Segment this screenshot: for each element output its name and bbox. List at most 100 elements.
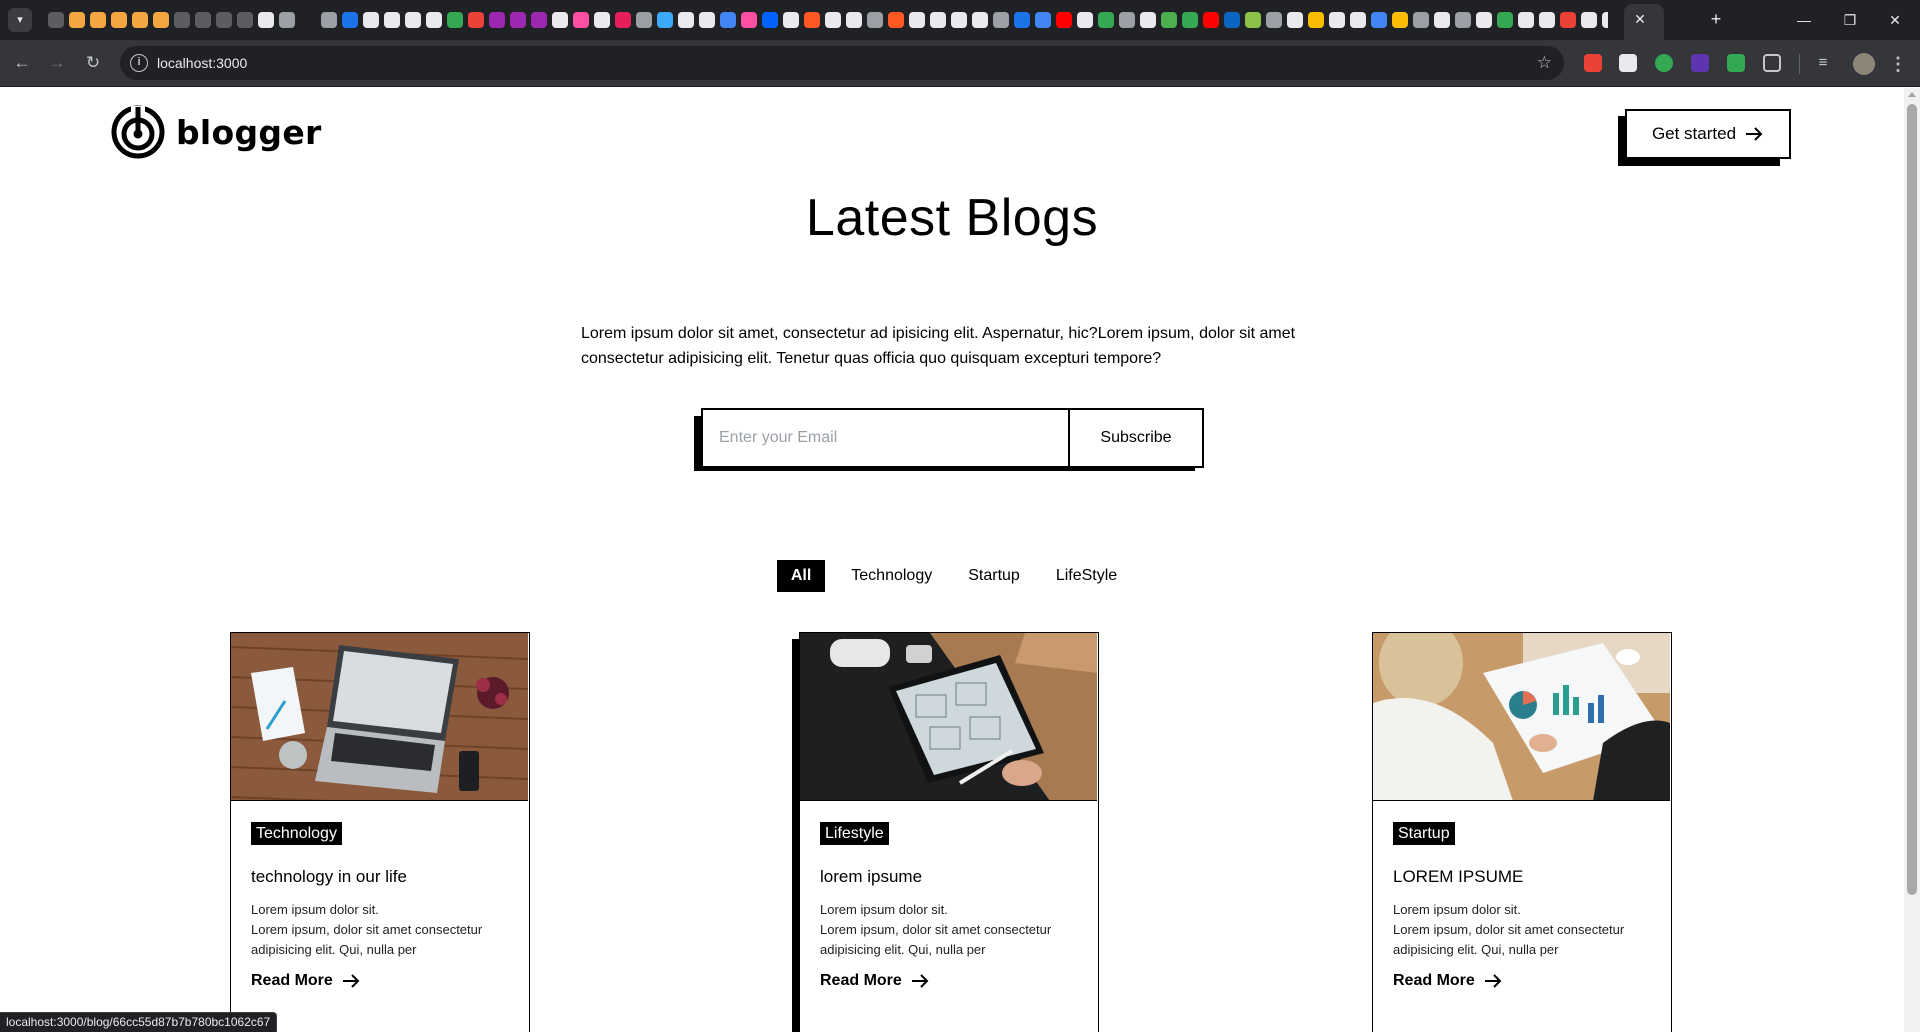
tab-favicon-icon[interactable]: [972, 12, 988, 28]
tab-favicon-icon[interactable]: [1371, 12, 1387, 28]
tab-favicon-icon[interactable]: [1308, 12, 1324, 28]
extension-icon[interactable]: [1655, 54, 1673, 72]
extension-icon[interactable]: [1727, 54, 1745, 72]
tab-favicon-icon[interactable]: [489, 12, 505, 28]
tab-favicon-icon[interactable]: [279, 12, 295, 28]
tab-favicon-icon[interactable]: [69, 12, 85, 28]
tab-favicon-icon[interactable]: [426, 12, 442, 28]
tab-favicon-icon[interactable]: [1035, 12, 1051, 28]
tab-favicon-icon[interactable]: [1518, 12, 1534, 28]
subscribe-button[interactable]: Subscribe: [1068, 410, 1202, 466]
tab-favicon-icon[interactable]: [1476, 12, 1492, 28]
extension-icon[interactable]: [1584, 54, 1602, 72]
close-tab-icon[interactable]: ✕: [1632, 11, 1648, 27]
tab-favicon-icon[interactable]: [993, 12, 1009, 28]
tab-favicon-icon[interactable]: [1098, 12, 1114, 28]
bookmark-star-icon[interactable]: ☆: [1537, 52, 1552, 74]
reload-icon[interactable]: ↻: [80, 50, 106, 76]
tab-favicon-icon[interactable]: [1350, 12, 1366, 28]
filter-technology[interactable]: Technology: [841, 561, 942, 591]
tab-favicon-icon[interactable]: [1392, 12, 1408, 28]
filter-all[interactable]: All: [776, 560, 826, 592]
tab-favicon-icon[interactable]: [678, 12, 694, 28]
tab-favicon-icon[interactable]: [720, 12, 736, 28]
tab-favicon-icon[interactable]: [1560, 12, 1576, 28]
filter-startup[interactable]: Startup: [958, 561, 1030, 591]
tab-favicon-icon[interactable]: [1014, 12, 1030, 28]
get-started-button[interactable]: Get started: [1625, 109, 1791, 159]
tab-favicon-icon[interactable]: [1287, 12, 1303, 28]
tab-favicon-icon[interactable]: [321, 12, 337, 28]
tab-favicon-icon[interactable]: [762, 12, 778, 28]
reading-list-icon[interactable]: ≡: [1814, 54, 1832, 72]
blog-card[interactable]: Lifestyle lorem ipsume Lorem ipsum dolor…: [799, 632, 1099, 1032]
tab-favicon-icon[interactable]: [951, 12, 967, 28]
minimize-window-icon[interactable]: —: [1792, 8, 1816, 32]
tab-favicon-icon[interactable]: [510, 12, 526, 28]
scroll-up-arrow-icon[interactable]: [1908, 92, 1916, 97]
tab-favicon-icon[interactable]: [468, 12, 484, 28]
tab-favicon-icon[interactable]: [195, 12, 211, 28]
tab-favicon-icon[interactable]: [867, 12, 883, 28]
tab-favicon-icon[interactable]: [153, 12, 169, 28]
tab-favicon-icon[interactable]: [1077, 12, 1093, 28]
tab-favicon-icon[interactable]: [48, 12, 64, 28]
tab-favicon-icon[interactable]: [552, 12, 568, 28]
read-more-link[interactable]: Read More: [1393, 971, 1503, 991]
tab-favicon-icon[interactable]: [1203, 12, 1219, 28]
tab-favicon-icon[interactable]: [90, 12, 106, 28]
tab-favicon-icon[interactable]: [846, 12, 862, 28]
tab-favicon-icon[interactable]: [1602, 12, 1608, 28]
extensions-puzzle-icon[interactable]: [1763, 54, 1781, 72]
back-arrow-icon[interactable]: ←: [9, 50, 35, 76]
extension-icon[interactable]: [1691, 54, 1709, 72]
email-input[interactable]: [703, 410, 1068, 466]
filter-lifestyle[interactable]: LifeStyle: [1046, 561, 1127, 591]
read-more-link[interactable]: Read More: [820, 971, 930, 991]
tab-favicon-icon[interactable]: [363, 12, 379, 28]
tab-favicon-icon[interactable]: [342, 12, 358, 28]
tab-favicon-icon[interactable]: [1539, 12, 1555, 28]
tab-favicon-icon[interactable]: [636, 12, 652, 28]
tab-favicon-icon[interactable]: [909, 12, 925, 28]
tab-favicon-icon[interactable]: [783, 12, 799, 28]
tab-favicon-icon[interactable]: [1119, 12, 1135, 28]
tab-favicon-icon[interactable]: [300, 12, 316, 28]
restore-window-icon[interactable]: ❐: [1838, 8, 1862, 32]
tab-favicon-icon[interactable]: [888, 12, 904, 28]
read-more-link[interactable]: Read More: [251, 971, 361, 991]
tab-favicon-icon[interactable]: [573, 12, 589, 28]
tab-favicon-icon[interactable]: [111, 12, 127, 28]
blog-card[interactable]: Technology technology in our life Lorem …: [230, 632, 530, 1032]
tab-favicon-icon[interactable]: [657, 12, 673, 28]
site-info-icon[interactable]: i: [130, 54, 148, 72]
tab-favicon-icon[interactable]: [132, 12, 148, 28]
site-logo[interactable]: blogger: [110, 104, 322, 160]
blog-card[interactable]: Startup LOREM IPSUME Lorem ipsum dolor s…: [1372, 632, 1672, 1032]
card-title[interactable]: lorem ipsume: [820, 867, 922, 887]
page-scrollbar[interactable]: [1904, 88, 1920, 1032]
close-window-icon[interactable]: ✕: [1883, 8, 1907, 32]
tab-favicon-icon[interactable]: [1455, 12, 1471, 28]
tab-favicon-icon[interactable]: [531, 12, 547, 28]
tab-favicon-icon[interactable]: [825, 12, 841, 28]
tab-favicon-icon[interactable]: [741, 12, 757, 28]
tab-favicon-icon[interactable]: [930, 12, 946, 28]
tab-favicon-icon[interactable]: [447, 12, 463, 28]
card-title[interactable]: technology in our life: [251, 867, 407, 887]
tab-favicon-icon[interactable]: [615, 12, 631, 28]
address-bar[interactable]: i localhost:3000 ☆: [120, 46, 1564, 80]
new-tab-button[interactable]: +: [1706, 9, 1726, 29]
tab-favicon-icon[interactable]: [1434, 12, 1450, 28]
tab-favicon-icon[interactable]: [1224, 12, 1240, 28]
scrollbar-thumb[interactable]: [1907, 104, 1917, 895]
tab-favicon-icon[interactable]: [1056, 12, 1072, 28]
tab-favicon-icon[interactable]: [237, 12, 253, 28]
tab-favicon-icon[interactable]: [384, 12, 400, 28]
address-bar-url[interactable]: localhost:3000: [157, 54, 247, 72]
browser-menu-icon[interactable]: ⋮: [1886, 52, 1910, 76]
tab-favicon-icon[interactable]: [1581, 12, 1597, 28]
forward-arrow-icon[interactable]: →: [44, 50, 70, 76]
tab-favicon-icon[interactable]: [699, 12, 715, 28]
tab-favicon-icon[interactable]: [258, 12, 274, 28]
